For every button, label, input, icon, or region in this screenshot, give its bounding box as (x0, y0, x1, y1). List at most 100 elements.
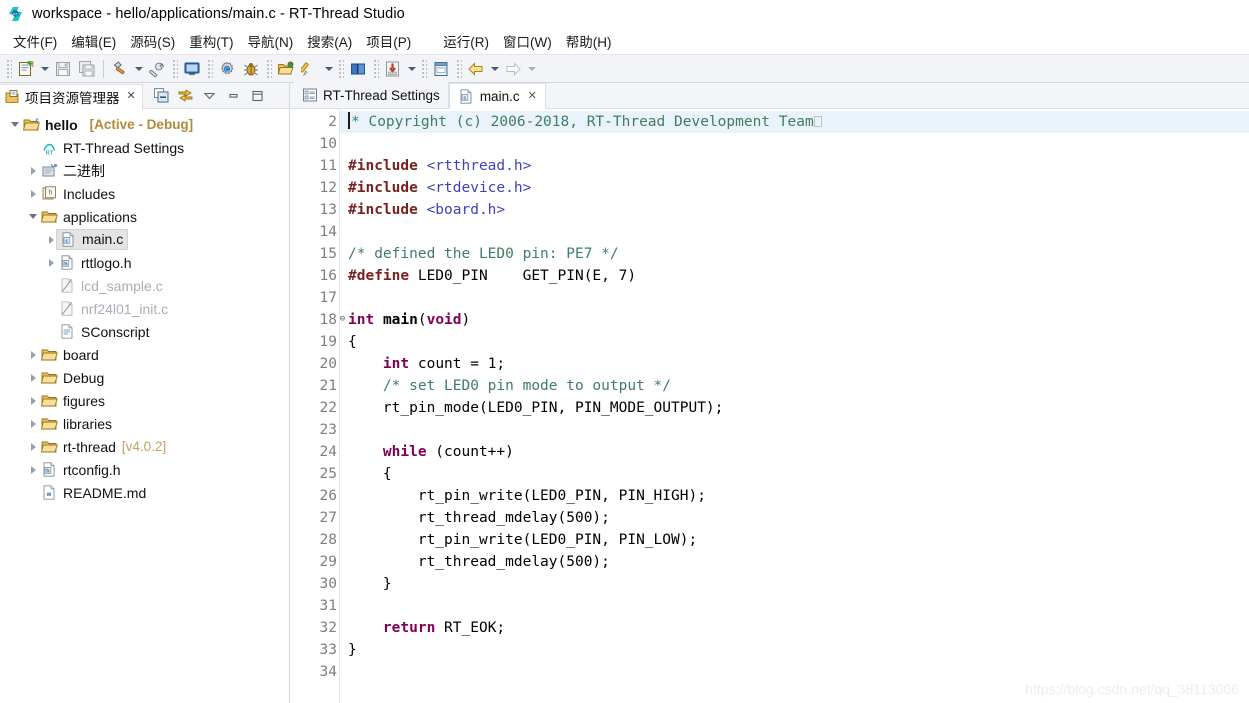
code-line[interactable]: while (count++) (348, 441, 1249, 463)
toolbar-grip[interactable] (206, 59, 213, 78)
tree-item-figures[interactable]: figures (0, 389, 289, 412)
console-icon[interactable] (180, 57, 204, 80)
tab-rt-thread-settings[interactable]: RT-Thread Settings (294, 82, 449, 108)
toolbar-grip[interactable] (171, 59, 178, 78)
code-line[interactable]: rt_pin_mode(LED0_PIN, PIN_MODE_OUTPUT); (348, 397, 1249, 419)
code-line[interactable]: rt_pin_write(LED0_PIN, PIN_LOW); (348, 529, 1249, 551)
chevron-right-icon[interactable] (26, 366, 40, 389)
import-dropdown-arrow-icon[interactable] (405, 57, 418, 80)
back-arrow-icon[interactable] (464, 57, 488, 80)
new-file-dropdown-arrow-icon[interactable] (38, 57, 51, 80)
wrench-icon[interactable] (145, 57, 169, 80)
tree-item-readme-md[interactable]: w README.md (0, 481, 289, 504)
code-line[interactable]: } (348, 639, 1249, 661)
chevron-down-icon[interactable] (26, 205, 40, 228)
tree-item-lcd-sample-c[interactable]: lcd_sample.c (0, 274, 289, 297)
settings-gear-icon[interactable]: C (215, 57, 239, 80)
run-dropdown-arrow-icon[interactable] (322, 57, 335, 80)
code-line[interactable] (348, 595, 1249, 617)
code-line[interactable]: #include <board.h> (348, 199, 1249, 221)
back-dropdown-arrow-icon[interactable] (488, 57, 501, 80)
code-line[interactable]: * Copyright (c) 2006-2018, RT-Thread Dev… (340, 111, 1249, 133)
tree-item-sconscript[interactable]: SConscript (0, 320, 289, 343)
tree-item-debug[interactable]: Debug (0, 366, 289, 389)
import-icon[interactable] (381, 57, 405, 80)
menu-navigate[interactable]: 导航(N) (241, 29, 301, 53)
chevron-right-icon[interactable] (26, 389, 40, 412)
tab-project-explorer[interactable]: 项目资源管理器 ✕ (0, 83, 143, 110)
collapse-all-icon[interactable] (151, 86, 173, 106)
forward-arrow-icon[interactable] (501, 57, 525, 80)
code-line[interactable]: #include <rtthread.h> (348, 155, 1249, 177)
tree-item-libraries[interactable]: libraries (0, 412, 289, 435)
toolbar-grip[interactable] (5, 59, 12, 78)
code-editor[interactable]: 2⊕ 10 11 12 13 14 15 16 17 18⊖ 19 20 21 22 23 24 25 26 27 2… (290, 109, 1249, 703)
code-line[interactable] (348, 287, 1249, 309)
code-line[interactable]: { (348, 463, 1249, 485)
terminal-icon[interactable] (429, 57, 453, 80)
code-line[interactable]: rt_thread_mdelay(500); (348, 507, 1249, 529)
code-line[interactable]: } (348, 573, 1249, 595)
code-line[interactable]: #include <rtdevice.h> (348, 177, 1249, 199)
menu-help[interactable]: 帮助(H) (559, 29, 619, 53)
code-line[interactable]: rt_pin_write(LED0_PIN, PIN_HIGH); (348, 485, 1249, 507)
menu-source[interactable]: 源码(S) (123, 29, 182, 53)
minimize-icon[interactable] (223, 86, 245, 106)
menu-run[interactable]: 运行(R) (436, 29, 496, 53)
code-line[interactable] (348, 661, 1249, 683)
toolbar-grip[interactable] (455, 59, 462, 78)
chevron-down-icon[interactable] (8, 113, 22, 136)
link-with-editor-icon[interactable] (175, 86, 197, 106)
tree-item-applications[interactable]: applications (0, 205, 289, 228)
chevron-right-icon[interactable] (26, 412, 40, 435)
code-line[interactable]: #define LED0_PIN GET_PIN(E, 7) (348, 265, 1249, 287)
menu-search[interactable]: 搜索(A) (300, 29, 359, 53)
code-line[interactable] (348, 221, 1249, 243)
chevron-right-icon[interactable] (26, 159, 40, 182)
toolbar-grip[interactable] (420, 59, 427, 78)
menu-project[interactable]: 项目(P) (359, 29, 418, 53)
code-line[interactable] (348, 133, 1249, 155)
maximize-icon[interactable] (247, 86, 269, 106)
project-tree[interactable]: c hello [Active - Debug] RT RT-Thread Settin… (0, 109, 289, 703)
tree-item-hello[interactable]: c hello [Active - Debug] (0, 113, 289, 136)
code-text-area[interactable]: * Copyright (c) 2006-2018, RT-Thread Dev… (340, 109, 1249, 703)
toolbar-grip[interactable] (337, 59, 344, 78)
forward-dropdown-arrow-icon[interactable] (525, 57, 538, 80)
build-hammer-icon[interactable] (108, 57, 132, 80)
book-icon[interactable] (346, 57, 370, 80)
code-line[interactable]: /* set LED0 pin mode to output */ (348, 375, 1249, 397)
close-icon[interactable]: ✕ (528, 90, 537, 102)
build-dropdown-arrow-icon[interactable] (132, 57, 145, 80)
save-icon[interactable] (51, 57, 75, 80)
code-line[interactable]: { (348, 331, 1249, 353)
chevron-right-icon[interactable] (44, 251, 58, 274)
save-all-icon[interactable] (75, 57, 99, 80)
code-line[interactable] (348, 419, 1249, 441)
tree-item-binaries[interactable]: 二进制 (0, 159, 289, 182)
chevron-right-icon[interactable] (26, 458, 40, 481)
toolbar-grip[interactable] (372, 59, 379, 78)
code-line[interactable]: int main(void) (348, 309, 1249, 331)
tree-item-nrf24l01-init-c[interactable]: nrf24l01_init.c (0, 297, 289, 320)
code-line[interactable]: return RT_EOK; (348, 617, 1249, 639)
open-folder-icon[interactable] (274, 57, 298, 80)
menu-file[interactable]: 文件(F) (6, 29, 64, 53)
menu-edit[interactable]: 编辑(E) (64, 29, 123, 53)
pencil-icon[interactable] (298, 57, 322, 80)
menu-window[interactable]: 窗口(W) (496, 29, 559, 53)
tab-main-c[interactable]: c main.c ✕ (448, 83, 546, 109)
chevron-right-icon[interactable] (26, 435, 40, 458)
tree-item-main-c[interactable]: c main.c (0, 228, 289, 251)
tree-item-board[interactable]: board (0, 343, 289, 366)
chevron-right-icon[interactable] (26, 182, 40, 205)
tree-item-rttlogo-h[interactable]: h rttlogo.h (0, 251, 289, 274)
view-menu-icon[interactable] (199, 86, 221, 106)
new-file-icon[interactable] (14, 57, 38, 80)
debug-bug-icon[interactable] (239, 57, 263, 80)
tree-item-rt-thread[interactable]: rt-thread [v4.0.2] (0, 435, 289, 458)
code-line[interactable]: int count = 1; (348, 353, 1249, 375)
close-icon[interactable]: ✕ (127, 91, 136, 102)
tree-item-includes[interactable]: h Includes (0, 182, 289, 205)
tree-item-rtconfig-h[interactable]: h rtconfig.h (0, 458, 289, 481)
